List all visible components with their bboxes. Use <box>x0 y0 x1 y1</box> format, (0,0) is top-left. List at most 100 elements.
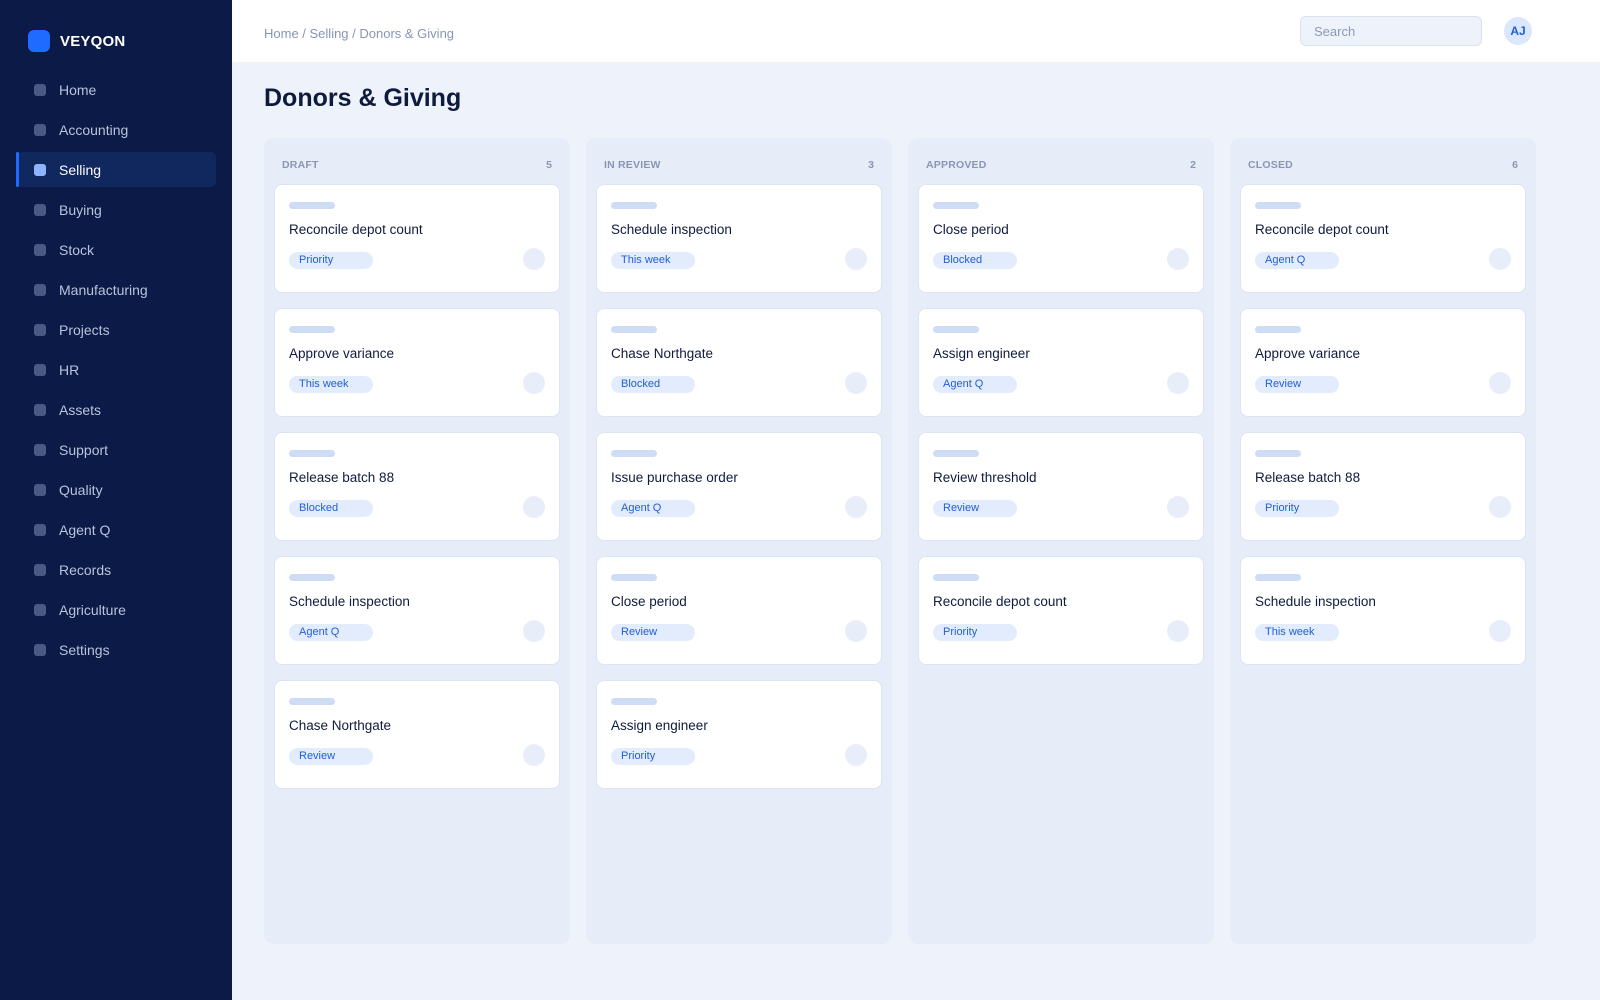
task-card[interactable]: Assign engineer Priority <box>596 680 882 789</box>
card-tag[interactable]: Priority <box>611 748 695 765</box>
assignee-avatar[interactable] <box>845 496 867 518</box>
user-avatar[interactable]: AJ <box>1504 17 1532 45</box>
task-card[interactable]: Release batch 88 Blocked <box>274 432 560 541</box>
task-card[interactable]: Reconcile depot count Priority <box>274 184 560 293</box>
card-tag[interactable]: Agent Q <box>1255 252 1339 269</box>
logo-icon <box>28 30 50 52</box>
assignee-avatar[interactable] <box>1167 496 1189 518</box>
sidebar-item-support[interactable]: Support <box>16 432 216 467</box>
assignee-avatar[interactable] <box>1167 248 1189 270</box>
sidebar-item-stock[interactable]: Stock <box>16 232 216 267</box>
card-tag[interactable]: Priority <box>289 252 373 269</box>
card-tag[interactable]: Priority <box>1255 500 1339 517</box>
sidebar-item-agriculture[interactable]: Agriculture <box>16 592 216 627</box>
card-tag[interactable]: Blocked <box>611 376 695 393</box>
column-count: 6 <box>1512 159 1518 171</box>
projects-icon <box>34 323 46 336</box>
card-tag[interactable]: Review <box>611 624 695 641</box>
task-card[interactable]: Release batch 88 Priority <box>1240 432 1526 541</box>
sidebar-item-records[interactable]: Records <box>16 552 216 587</box>
card-tag[interactable]: Agent Q <box>933 376 1017 393</box>
assignee-avatar[interactable] <box>523 744 545 766</box>
task-card[interactable]: Schedule inspection Agent Q <box>274 556 560 665</box>
sidebar-item-projects[interactable]: Projects <box>16 312 216 347</box>
card-tag[interactable]: This week <box>1255 624 1339 641</box>
column-title: CLOSED <box>1248 159 1293 171</box>
task-card[interactable]: Approve variance This week <box>274 308 560 417</box>
card-placeholder-bar <box>1255 450 1301 457</box>
sidebar-item-label: Stock <box>59 241 95 258</box>
card-title: Schedule inspection <box>1255 594 1376 609</box>
assignee-avatar[interactable] <box>1167 372 1189 394</box>
sidebar-item-quality[interactable]: Quality <box>16 472 216 507</box>
sidebar-item-buying[interactable]: Buying <box>16 192 216 227</box>
assignee-avatar[interactable] <box>845 620 867 642</box>
card-placeholder-bar <box>611 326 657 333</box>
task-card[interactable]: Assign engineer Agent Q <box>918 308 1204 417</box>
assignee-avatar[interactable] <box>523 248 545 270</box>
card-tag[interactable]: Priority <box>933 624 1017 641</box>
card-title: Close period <box>611 594 687 609</box>
sidebar-item-label: Assets <box>59 401 102 418</box>
assignee-avatar[interactable] <box>1489 496 1511 518</box>
sidebar-item-accounting[interactable]: Accounting <box>16 112 216 147</box>
assignee-avatar[interactable] <box>523 496 545 518</box>
task-card[interactable]: Reconcile depot count Agent Q <box>1240 184 1526 293</box>
card-tag[interactable]: Agent Q <box>611 500 695 517</box>
task-card[interactable]: Chase Northgate Blocked <box>596 308 882 417</box>
card-tag[interactable]: Blocked <box>289 500 373 517</box>
assignee-avatar[interactable] <box>523 372 545 394</box>
card-placeholder-bar <box>1255 202 1301 209</box>
sidebar-item-hr[interactable]: HR <box>16 352 216 387</box>
breadcrumb[interactable]: Home / Selling / Donors & Giving <box>264 26 454 41</box>
card-tag[interactable]: This week <box>611 252 695 269</box>
column-title: DRAFT <box>282 159 319 171</box>
card-tag[interactable]: Review <box>289 748 373 765</box>
task-card[interactable]: Chase Northgate Review <box>274 680 560 789</box>
task-card[interactable]: Schedule inspection This week <box>1240 556 1526 665</box>
brand[interactable]: VEYQON <box>28 30 125 52</box>
assignee-avatar[interactable] <box>845 248 867 270</box>
sidebar-item-label: Home <box>59 81 97 98</box>
kanban-column-draft: DRAFT 5 Reconcile depot count Priority Appro… <box>264 138 570 944</box>
sidebar-item-manufacturing[interactable]: Manufacturing <box>16 272 216 307</box>
card-title: Assign engineer <box>611 718 708 733</box>
sidebar-item-agent-q[interactable]: Agent Q <box>16 512 216 547</box>
task-card[interactable]: Schedule inspection This week <box>596 184 882 293</box>
sidebar-nav: Home Accounting Selling Buying Stock Manufact… <box>16 72 216 672</box>
sidebar-item-label: Records <box>59 561 112 578</box>
task-card[interactable]: Close period Review <box>596 556 882 665</box>
task-card[interactable]: Close period Blocked <box>918 184 1204 293</box>
agriculture-icon <box>34 603 46 616</box>
card-placeholder-bar <box>289 450 335 457</box>
card-tag[interactable]: Review <box>1255 376 1339 393</box>
sidebar-item-assets[interactable]: Assets <box>16 392 216 427</box>
assignee-avatar[interactable] <box>1489 620 1511 642</box>
assignee-avatar[interactable] <box>845 744 867 766</box>
sidebar-item-settings[interactable]: Settings <box>16 632 216 667</box>
search-input[interactable] <box>1300 16 1482 46</box>
page-title: Donors & Giving <box>264 84 462 112</box>
card-tag[interactable]: This week <box>289 376 373 393</box>
card-tag[interactable]: Blocked <box>933 252 1017 269</box>
sidebar-item-home[interactable]: Home <box>16 72 216 107</box>
assignee-avatar[interactable] <box>1167 620 1189 642</box>
card-title: Close period <box>933 222 1009 237</box>
assignee-avatar[interactable] <box>523 620 545 642</box>
sidebar-item-selling[interactable]: Selling <box>16 152 216 187</box>
assignee-avatar[interactable] <box>1489 248 1511 270</box>
kanban-column-closed: CLOSED 6 Reconcile depot count Agent Q Appro… <box>1230 138 1536 944</box>
assignee-avatar[interactable] <box>845 372 867 394</box>
assignee-avatar[interactable] <box>1489 372 1511 394</box>
card-tag[interactable]: Agent Q <box>289 624 373 641</box>
column-count: 5 <box>546 159 552 171</box>
sidebar-item-label: Support <box>59 441 109 458</box>
task-card[interactable]: Approve variance Review <box>1240 308 1526 417</box>
column-count: 3 <box>868 159 874 171</box>
task-card[interactable]: Reconcile depot count Priority <box>918 556 1204 665</box>
task-card[interactable]: Review threshold Review <box>918 432 1204 541</box>
card-tag[interactable]: Review <box>933 500 1017 517</box>
column-header: DRAFT 5 <box>274 138 560 184</box>
task-card[interactable]: Issue purchase order Agent Q <box>596 432 882 541</box>
sidebar-item-label: Settings <box>59 641 110 658</box>
